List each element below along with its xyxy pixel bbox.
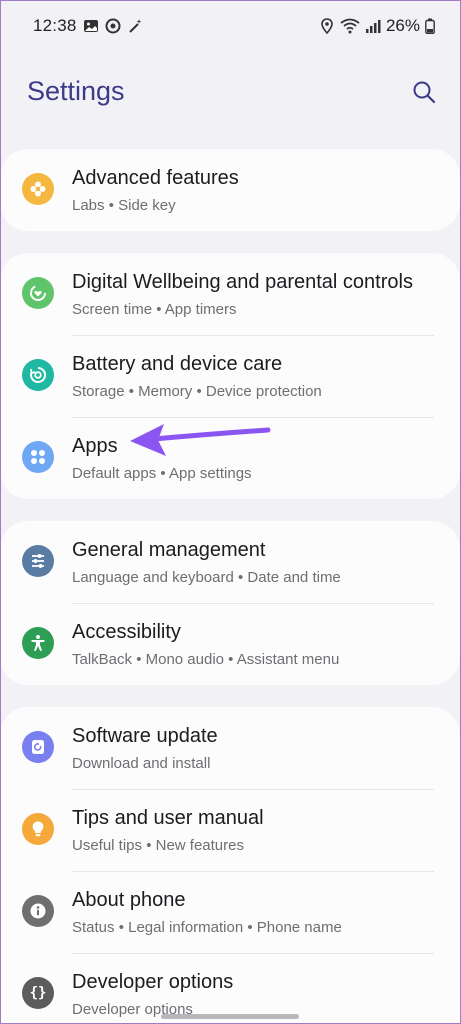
item-subtitle: Storage • Memory • Device protection bbox=[72, 383, 322, 400]
accessibility-icon bbox=[22, 627, 54, 659]
wifi-icon bbox=[340, 18, 360, 34]
item-title: General management bbox=[72, 539, 266, 561]
magic-wand-icon bbox=[128, 19, 142, 33]
item-title: Accessibility bbox=[72, 621, 181, 643]
item-title: Software update bbox=[72, 725, 218, 747]
settings-group-general: General management Language and keyboard… bbox=[0, 521, 460, 685]
settings-item-digital-wellbeing[interactable]: Digital Wellbeing and parental controls … bbox=[0, 253, 460, 335]
gallery-icon bbox=[83, 20, 98, 32]
wellbeing-icon bbox=[22, 277, 54, 309]
item-title: Tips and user manual bbox=[72, 807, 264, 829]
settings-item-accessibility[interactable]: Accessibility TalkBack • Mono audio • As… bbox=[0, 603, 460, 685]
item-title: Apps bbox=[72, 435, 118, 457]
item-subtitle: Useful tips • New features bbox=[72, 837, 244, 854]
item-subtitle: Language and keyboard • Date and time bbox=[72, 569, 341, 586]
item-subtitle: Labs • Side key bbox=[72, 197, 176, 214]
status-left: 12:38 bbox=[33, 16, 143, 36]
item-subtitle: Default apps • App settings bbox=[72, 465, 252, 482]
apps-grid-icon bbox=[22, 441, 54, 473]
status-bar: 12:38 26% bbox=[0, 0, 461, 52]
item-title: Developer options bbox=[72, 971, 234, 993]
sync-icon bbox=[105, 18, 121, 34]
battery-icon bbox=[425, 18, 435, 34]
page-title: Settings bbox=[27, 76, 125, 106]
settings-item-about-phone[interactable]: About phone Status • Legal information •… bbox=[0, 871, 460, 953]
lightbulb-icon bbox=[22, 813, 54, 845]
home-indicator[interactable] bbox=[161, 1014, 299, 1019]
settings-item-advanced-features[interactable]: Advanced features Labs • Side key bbox=[0, 149, 460, 231]
search-icon[interactable] bbox=[410, 78, 438, 106]
status-right: 26% bbox=[319, 16, 435, 36]
item-title: Battery and device care bbox=[72, 353, 283, 375]
update-icon bbox=[22, 731, 54, 763]
code-braces-icon: {} bbox=[22, 977, 54, 1009]
battery-percentage: 26% bbox=[385, 16, 420, 35]
item-subtitle: TalkBack • Mono audio • Assistant menu bbox=[72, 651, 340, 668]
status-time: 12:38 bbox=[33, 16, 77, 35]
location-icon bbox=[321, 18, 333, 34]
item-title: About phone bbox=[72, 889, 186, 911]
device-care-icon bbox=[22, 359, 54, 391]
settings-screen: 12:38 26% Settings Advanced features Lab… bbox=[0, 0, 461, 1024]
item-subtitle: Status • Legal information • Phone name bbox=[72, 919, 342, 936]
item-title: Advanced features bbox=[72, 167, 239, 189]
item-title: Digital Wellbeing and parental controls bbox=[72, 271, 413, 293]
settings-item-software-update[interactable]: Software update Download and install bbox=[0, 707, 460, 789]
sliders-icon bbox=[22, 545, 54, 577]
advanced-features-icon bbox=[22, 173, 54, 205]
settings-group-system: Software update Download and install Tip… bbox=[0, 707, 460, 1024]
settings-item-battery-device-care[interactable]: Battery and device care Storage • Memory… bbox=[0, 335, 460, 417]
settings-item-tips-user-manual[interactable]: Tips and user manual Useful tips • New f… bbox=[0, 789, 460, 871]
settings-item-general-management[interactable]: General management Language and keyboard… bbox=[0, 521, 460, 603]
annotation-arrow bbox=[130, 424, 271, 456]
item-subtitle: Download and install bbox=[72, 755, 211, 772]
settings-group-wellbeing: Digital Wellbeing and parental controls … bbox=[0, 253, 460, 499]
settings-group-advanced: Advanced features Labs • Side key bbox=[0, 149, 460, 231]
braces-glyph: {} bbox=[29, 985, 47, 1001]
item-subtitle: Screen time • App timers bbox=[72, 301, 237, 318]
signal-icon bbox=[365, 20, 381, 33]
info-icon bbox=[22, 895, 54, 927]
